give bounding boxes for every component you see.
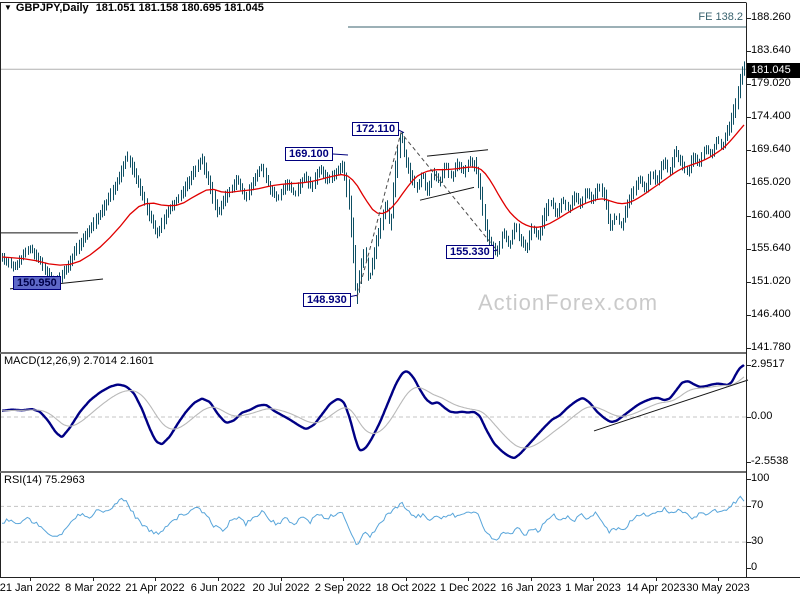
price-annotation-label[interactable]: 172.110 (352, 122, 399, 136)
time-axis-tick: 1 Mar 2023 (565, 582, 621, 594)
macd-indicator-title: MACD(12,26,9) 2.7014 2.1601 (4, 355, 154, 367)
macd-axis-tick: 2.9517 (751, 358, 785, 370)
macd-axis-tick: 0.00 (751, 410, 772, 422)
price-annotation-label[interactable]: 148.930 (303, 293, 351, 307)
time-axis-tick: 16 Jan 2023 (501, 582, 562, 594)
time-axis-tick: 18 Oct 2022 (376, 582, 436, 594)
fibonacci-extension-label[interactable]: FE 138.2 (698, 11, 743, 23)
collapse-triangle-icon[interactable]: ▼ (4, 3, 12, 12)
price-axis-tick: 183.640 (751, 44, 791, 56)
price-axis-tick: 169.640 (751, 143, 791, 155)
time-axis-tick: 8 Mar 2022 (65, 582, 121, 594)
rsi-axis-tick: 70 (751, 499, 763, 511)
time-axis-tick: 21 Apr 2022 (125, 582, 184, 594)
price-annotation-label[interactable]: 169.100 (285, 147, 333, 161)
time-axis-tick: 20 Jul 2022 (253, 582, 310, 594)
rsi-axis-tick: 30 (751, 535, 763, 547)
chart-header: ▼ GBPJPY,Daily 181.051 181.158 180.695 181… (4, 2, 264, 14)
price-axis-tick: 146.400 (751, 308, 791, 320)
price-axis-tick: 165.020 (751, 176, 791, 188)
time-axis-tick: 21 Jan 2022 (0, 582, 60, 594)
time-axis-tick: 2 Sep 2022 (315, 582, 371, 594)
rsi-indicator-title: RSI(14) 75.2963 (4, 474, 85, 486)
chart-window: ActionForex.com ▼GBPJPY,Daily181.051 181… (0, 0, 800, 600)
ohlc-values: 181.051 181.158 180.695 181.045 (96, 2, 264, 14)
price-axis-tick: 155.640 (751, 242, 791, 254)
price-axis-tick: 141.780 (751, 341, 791, 353)
rsi-axis-tick: 0 (751, 561, 757, 573)
rsi-axis-tick: 100 (751, 472, 769, 484)
time-axis-tick: 30 May 2023 (686, 582, 750, 594)
price-annotation-label[interactable]: 155.330 (446, 245, 494, 259)
symbol-period-label: GBPJPY,Daily (16, 2, 89, 14)
macd-axis-tick: -2.5538 (751, 455, 788, 467)
price-axis-tick: 151.020 (751, 275, 791, 287)
price-annotation-label[interactable]: 150.950 (13, 276, 61, 290)
chart-canvas[interactable] (0, 0, 800, 600)
time-axis-tick: 1 Dec 2022 (440, 582, 496, 594)
time-axis-tick: 6 Jun 2022 (191, 582, 245, 594)
current-price-tag: 181.045 (747, 63, 800, 78)
price-axis-tick: 160.400 (751, 209, 791, 221)
price-axis-tick: 179.020 (751, 77, 791, 89)
time-axis-tick: 14 Apr 2023 (626, 582, 685, 594)
price-axis-tick: 188.260 (751, 11, 791, 23)
price-axis-tick: 174.400 (751, 110, 791, 122)
